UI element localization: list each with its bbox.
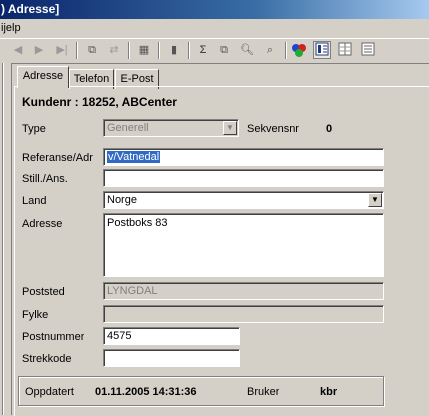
grid-icon[interactable]: ▦ <box>136 42 152 58</box>
barcode-field[interactable] <box>103 349 240 367</box>
window-title-bar[interactable]: ) Adresse] <box>0 0 429 19</box>
menu-bar: ijelp <box>0 19 429 37</box>
postal-value: 4575 <box>107 330 132 342</box>
type-select: Generell ▼ <box>103 119 239 137</box>
find-next-icon[interactable]: ⌕ <box>262 42 278 58</box>
chevron-down-icon[interactable]: ▼ <box>368 193 382 207</box>
toolbar-separator <box>76 42 78 59</box>
position-field[interactable] <box>103 169 384 187</box>
updated-label: Oppdatert <box>25 386 74 398</box>
toolbar-separator <box>128 42 130 59</box>
form-view-icon[interactable] <box>313 41 331 59</box>
tab-adresse[interactable]: Adresse <box>17 66 69 88</box>
toolbar-separator <box>158 42 160 59</box>
cut-record-icon[interactable]: ⧉ <box>84 42 100 58</box>
last-icon[interactable]: ▶| <box>54 42 70 58</box>
seq-value: 0 <box>326 123 333 135</box>
prev-icon[interactable]: ◀ <box>10 42 26 58</box>
next-icon[interactable]: ▶ <box>31 42 47 58</box>
user-value: kbr <box>320 386 338 398</box>
window-title: ) Adresse] <box>1 2 60 16</box>
copy-icon[interactable]: ⧉ <box>216 42 232 58</box>
reference-value: v/Vatnedal <box>107 151 161 163</box>
user-label: Bruker <box>247 386 280 398</box>
seq-label: Sekvensnr <box>247 123 299 135</box>
chevron-down-icon: ▼ <box>223 121 237 135</box>
tab-telefon-label: Telefon <box>73 73 110 85</box>
customer-header: Kundenr : 18252, ABCenter <box>22 95 177 109</box>
county-label: Fylke <box>22 309 49 321</box>
toolbar-separator <box>188 42 190 59</box>
postal-field[interactable]: 4575 <box>103 327 240 345</box>
city-field: LYNGDAL <box>103 282 384 300</box>
sum-icon[interactable]: Σ <box>195 42 211 58</box>
city-label: Poststed <box>22 286 65 298</box>
tab-adresse-label: Adresse <box>22 70 64 82</box>
menu-item-help[interactable]: ijelp <box>0 22 21 34</box>
reference-field[interactable]: v/Vatnedal <box>103 148 384 166</box>
address-textarea[interactable]: Postboks 83 <box>103 213 384 277</box>
postal-label: Postnummer <box>22 331 85 343</box>
left-panel <box>0 63 12 415</box>
palette-icon[interactable] <box>291 42 307 58</box>
type-label: Type <box>22 123 46 135</box>
find-icon[interactable]: 🔍︎ <box>239 42 255 58</box>
position-label: Still./Ans. <box>22 173 68 185</box>
country-label: Land <box>22 195 47 207</box>
tab-epost-label: E-Post <box>120 73 154 85</box>
detail-view-icon[interactable] <box>360 42 376 58</box>
toolbar-separator <box>285 42 287 59</box>
toolbar: ◀ ▶ ▶| ⧉ ⇄ ▦ ▮ Σ ⧉ 🔍︎ ⌕ <box>0 38 429 64</box>
updated-value: 01.11.2005 14:31:36 <box>95 386 197 398</box>
reference-label: Referanse/Adr <box>22 152 93 164</box>
type-value: Generell <box>107 122 149 134</box>
county-field <box>103 305 384 323</box>
country-select[interactable]: Norge ▼ <box>103 191 384 209</box>
chart-icon[interactable]: ▮ <box>166 42 182 58</box>
barcode-label: Strekkode <box>22 353 72 365</box>
list-view-icon[interactable] <box>337 42 353 58</box>
city-value: LYNGDAL <box>107 285 158 297</box>
country-value: Norge <box>107 194 137 206</box>
address-label: Adresse <box>22 218 63 230</box>
address-value: Postboks 83 <box>107 217 168 229</box>
paste-record-icon[interactable]: ⇄ <box>106 42 122 58</box>
